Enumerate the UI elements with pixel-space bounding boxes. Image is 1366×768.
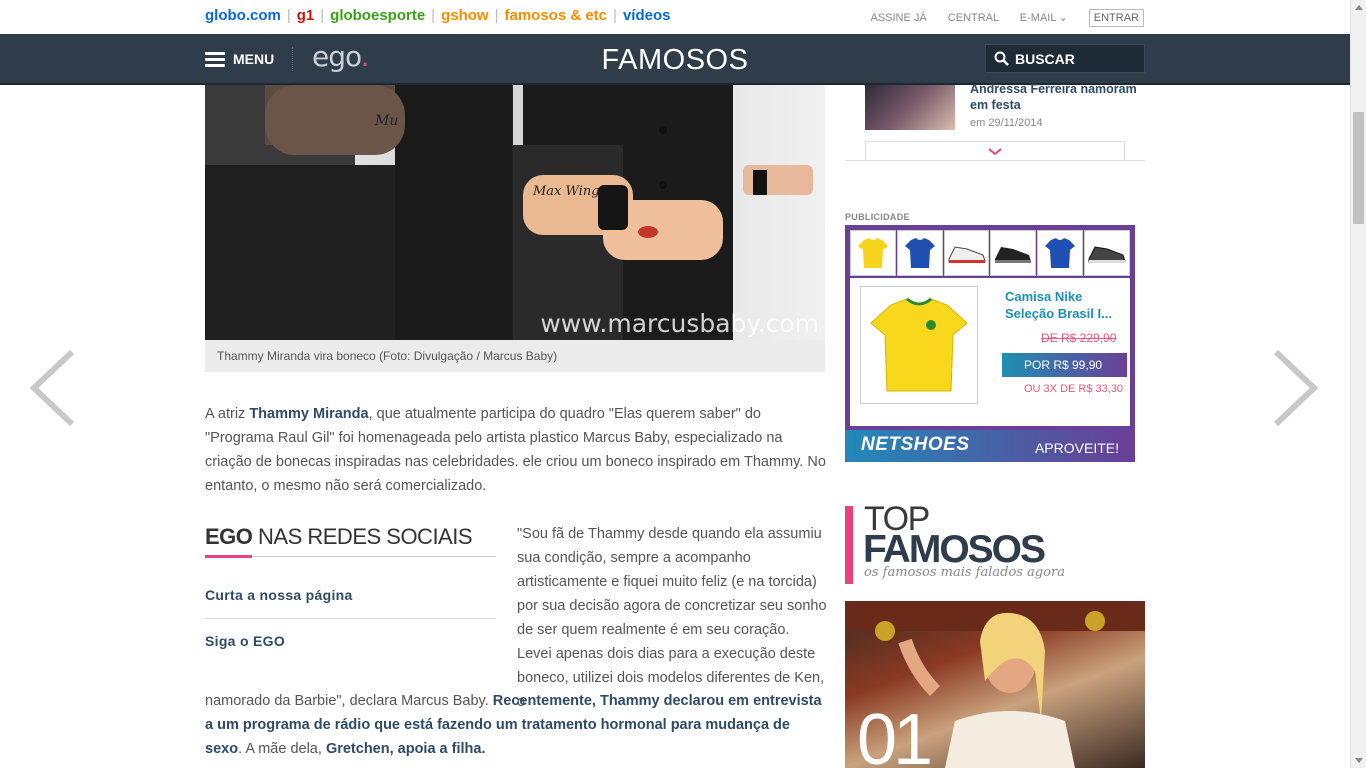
ad-product-image[interactable] [860,286,978,404]
link-globo[interactable]: globo.com [205,7,281,24]
chevron-down-icon: ⌄ [1058,12,1068,24]
globo-bar: globo.com | g1 | globoesporte | gshow | famosos … [0,0,1350,34]
search-button[interactable]: BUSCAR [985,44,1145,73]
link-gshow[interactable]: gshow [441,7,489,24]
next-arrow-icon[interactable] [1272,348,1320,428]
separator: | [286,7,291,24]
social-title-rest: NAS REDES SOCIAIS [252,524,473,549]
separator: | [320,7,325,24]
link-famosos[interactable]: famosos & etc [504,7,607,24]
article-photo: Mu Max Wing www.marcusbaby.com [205,85,825,340]
page-title: FAMOSOS [601,44,749,76]
top-famosos-photo[interactable]: 01 [845,601,1145,768]
separator: | [494,7,499,24]
ad-installments: OU 3X DE R$ 33,30 [1024,383,1124,395]
article-paragraph: namorado da Barbie", declara Marcus Baby… [205,689,827,761]
ad-thumb-shoe-grey[interactable] [1084,230,1130,276]
ad-thumb-shirt-blue-2[interactable] [1037,230,1084,276]
news-date: em 29/11/2014 [970,117,1043,129]
ad-label: PUBLICIDADE [845,212,910,222]
search-icon [994,51,1009,66]
ad-new-price: POR R$ 99,90 [1002,353,1127,377]
separator: | [431,7,436,24]
entrar-button[interactable]: ENTRAR [1088,9,1144,27]
rank-number: 01 [857,700,933,768]
link-videos[interactable]: vídeos [623,7,671,24]
ad-old-price: DE R$ 229,90 [1041,331,1117,345]
gretchen-link[interactable]: Gretchen, apoia a filha. [326,741,486,757]
scroll-up-icon[interactable] [1355,5,1363,10]
follow-ego-link[interactable]: Siga o EGO [205,619,496,664]
ad-thumb-shoe-black[interactable] [990,230,1037,276]
divider [845,160,1145,161]
ad-thumbnails [850,230,1130,276]
separator: | [613,7,617,24]
ad-thumb-shoe-white[interactable] [943,230,990,276]
article-paragraph: A atriz Thammy Miranda, que atualmente p… [205,402,827,498]
thammy-link[interactable]: Thammy Miranda [249,406,368,422]
ad-product-name[interactable]: Camisa Nike Seleção Brasil I... [1005,288,1117,322]
social-box: EGO NAS REDES SOCIAIS Curta a nossa pági… [205,524,496,664]
text: . A mãe dela, [238,741,326,757]
svg-text:Mu: Mu [374,113,398,129]
ad-product-panel[interactable]: Camisa Nike Seleção Brasil I... DE R$ 22… [850,278,1130,426]
social-title: EGO NAS REDES SOCIAIS [205,524,496,558]
photo-caption: Thammy Miranda vira boneco (Foto: Divulg… [205,340,825,372]
news-title[interactable]: Andressa Ferreira namoram em festa [970,81,1145,113]
email-label: E-MAIL [1019,12,1057,24]
previous-arrow-icon[interactable] [28,348,76,428]
link-g1[interactable]: g1 [297,7,315,24]
chevron-down-icon [988,147,1002,155]
social-title-bold: EGO [205,524,253,549]
assine-link[interactable]: ASSINE JÁ [870,12,926,24]
scrollbar[interactable] [1350,0,1366,768]
article-quote: "Sou fã de Thammy desde quando ela assum… [517,526,827,710]
link-globoesporte[interactable]: globoesporte [330,7,425,24]
svg-text:Max Wing: Max Wing [532,184,600,199]
scrollbar-thumb[interactable] [1353,112,1364,224]
facebook-like-link[interactable]: Curta a nossa página [205,573,496,619]
central-link[interactable]: CENTRAL [948,12,999,24]
ad-thumb-shirt-yellow[interactable] [850,230,896,276]
ad-cta-button[interactable]: APROVEITE! [1035,440,1119,456]
sidebar-news-item[interactable]: Andressa Ferreira namoram em festa em 29… [865,82,1145,131]
search-label: BUSCAR [1015,50,1075,67]
news-thumbnail [865,85,955,130]
scroll-down-icon[interactable] [1355,758,1363,763]
globo-account-links: ASSINE JÁ CENTRAL E-MAIL ⌄ ENTRAR [852,9,1144,27]
site-header: MENU ego. FAMOSOS BUSCAR [0,34,1350,85]
photo-right-half: Max Wing [513,85,825,340]
photo-left-half: Mu [205,85,512,340]
netshoes-ad[interactable]: Camisa Nike Seleção Brasil I... DE R$ 22… [845,225,1135,462]
top-famosos-subtitle: os famosos mais falados agora [864,565,1065,580]
text: namorado da Barbie", declara Marcus Baby… [205,693,493,709]
photo-watermark: www.marcusbaby.com [540,309,819,338]
top-famosos-accent [845,506,853,584]
email-link[interactable]: E-MAIL ⌄ [1020,12,1068,24]
more-news-button[interactable] [865,141,1125,161]
netshoes-logo: NETSHOES [861,434,970,455]
ad-thumb-shirt-blue[interactable] [896,230,943,276]
text: A atriz [205,406,250,422]
globo-links: globo.com | g1 | globoesporte | gshow | famosos … [205,7,670,24]
